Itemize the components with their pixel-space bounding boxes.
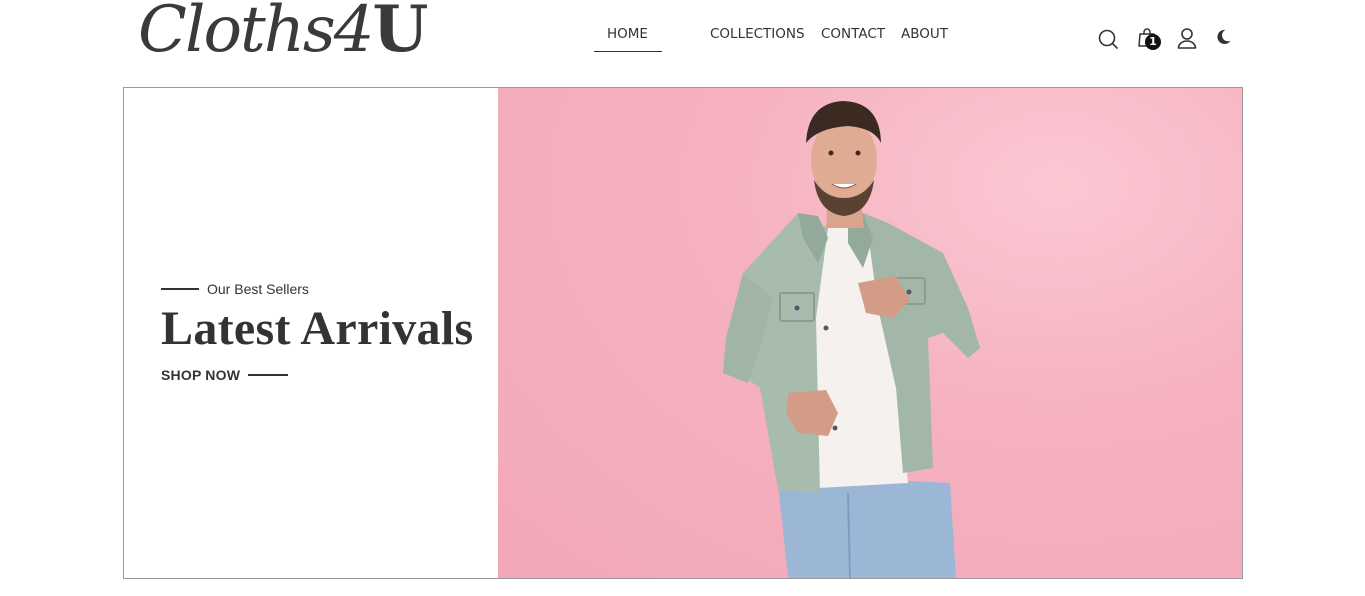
nav-contact[interactable]: CONTACT (821, 26, 885, 42)
theme-toggle-button[interactable] (1213, 27, 1237, 51)
cart-button[interactable]: 1 (1136, 26, 1161, 50)
brand-logo[interactable]: Cloths4U (138, 0, 428, 67)
account-button[interactable] (1175, 27, 1199, 51)
nav-collections[interactable]: COLLECTIONS (710, 26, 805, 42)
nav-home[interactable]: HOME (607, 26, 648, 42)
shop-now-divider (248, 374, 289, 376)
brand-logo-accent: U (372, 0, 428, 67)
nav-about[interactable]: ABOUT (901, 26, 948, 42)
hero-eyebrow-text: Our Best Sellers (207, 281, 309, 297)
hero-title: Latest Arrivals (161, 302, 474, 355)
eyebrow-divider (161, 288, 199, 290)
user-icon (1177, 28, 1197, 49)
search-icon (1098, 29, 1118, 49)
shop-now-label: SHOP NOW (161, 367, 241, 383)
brand-logo-text: Cloths4 (138, 0, 374, 67)
hero-text-panel: Our Best Sellers Latest Arrivals SHOP NO… (124, 88, 498, 578)
moon-icon (1217, 29, 1231, 45)
site-header: Cloths4U HOME COLLECTIONS CONTACT ABOUT … (0, 0, 1365, 80)
hero-image (498, 88, 1242, 578)
model-photo (723, 101, 980, 578)
cart-count-badge: 1 (1145, 34, 1161, 50)
shop-now-link[interactable]: SHOP NOW (161, 367, 289, 383)
search-button[interactable] (1097, 27, 1121, 51)
hero-banner: Our Best Sellers Latest Arrivals SHOP NO… (123, 87, 1243, 579)
hero-eyebrow: Our Best Sellers (161, 281, 309, 297)
nav-active-indicator (594, 51, 662, 52)
